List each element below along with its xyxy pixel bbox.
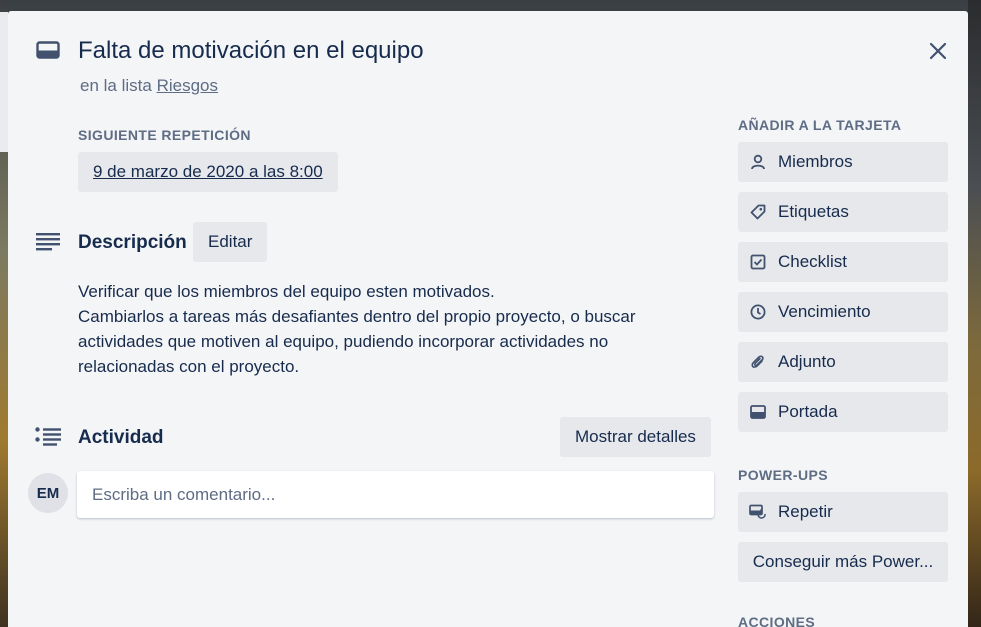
checkbox-icon (748, 252, 768, 272)
add-to-card-label: Añadir a la tarjeta (738, 117, 902, 133)
list-link[interactable]: Riesgos (157, 76, 218, 95)
description-text[interactable]: Verificar que los miembros del equipo es… (78, 279, 678, 379)
get-more-powerups-button[interactable]: Conseguir más Power... (738, 542, 948, 582)
attachment-button-label: Adjunto (778, 352, 836, 371)
description-line: actividades que motiven al equipo, pudie… (78, 332, 609, 351)
members-button-label: Miembros (778, 152, 853, 171)
in-list-prefix: en la lista (80, 76, 152, 95)
description-title: Descripción (78, 232, 187, 253)
powerups-label: Power-Ups (738, 467, 828, 483)
show-details-button[interactable]: Mostrar detalles (560, 417, 711, 457)
description-icon (36, 233, 60, 251)
labels-button-label: Etiquetas (778, 202, 849, 221)
list-reference: en la lista Riesgos (80, 76, 218, 96)
close-button[interactable] (924, 37, 952, 65)
actions-label: Acciones (738, 614, 816, 627)
description-line: Verificar que los miembros del equipo es… (78, 282, 495, 301)
close-icon (929, 42, 947, 60)
cover-button-label: Portada (778, 402, 838, 421)
paperclip-icon (748, 352, 768, 372)
labels-button[interactable]: Etiquetas (738, 192, 948, 232)
card-detail-modal: Falta de motivación en el equipo en la l… (8, 11, 968, 627)
due-date-button[interactable]: Vencimiento (738, 292, 948, 332)
cover-button[interactable]: Portada (738, 392, 948, 432)
board-list-peek (0, 12, 8, 152)
checklist-button-label: Checklist (778, 252, 847, 271)
clock-icon (748, 302, 768, 322)
card-icon (36, 41, 60, 59)
due-date-button-label: Vencimiento (778, 302, 871, 321)
comment-input[interactable] (77, 471, 714, 518)
activity-icon (35, 427, 61, 446)
checklist-button[interactable]: Checklist (738, 242, 948, 282)
card-title[interactable]: Falta de motivación en el equipo (78, 37, 424, 65)
edit-description-button[interactable]: Editar (193, 222, 268, 262)
person-icon (748, 152, 768, 172)
next-repeat-label: Siguiente repetición (78, 127, 251, 143)
attachment-button[interactable]: Adjunto (738, 342, 948, 382)
repeat-button-label: Repetir (778, 502, 833, 521)
description-line: Cambiarlos a tareas más desafiantes dent… (78, 307, 636, 326)
activity-title: Actividad (78, 427, 164, 448)
next-repeat-date[interactable]: 9 de marzo de 2020 a las 8:00 (78, 152, 338, 192)
tag-icon (748, 202, 768, 222)
description-line: relacionadas con el proyecto. (78, 357, 300, 376)
cover-icon (748, 402, 768, 422)
board-background-right (968, 0, 981, 627)
repeat-card-icon (748, 502, 768, 522)
avatar[interactable]: EM (28, 473, 68, 513)
members-button[interactable]: Miembros (738, 142, 948, 182)
repeat-button[interactable]: Repetir (738, 492, 948, 532)
